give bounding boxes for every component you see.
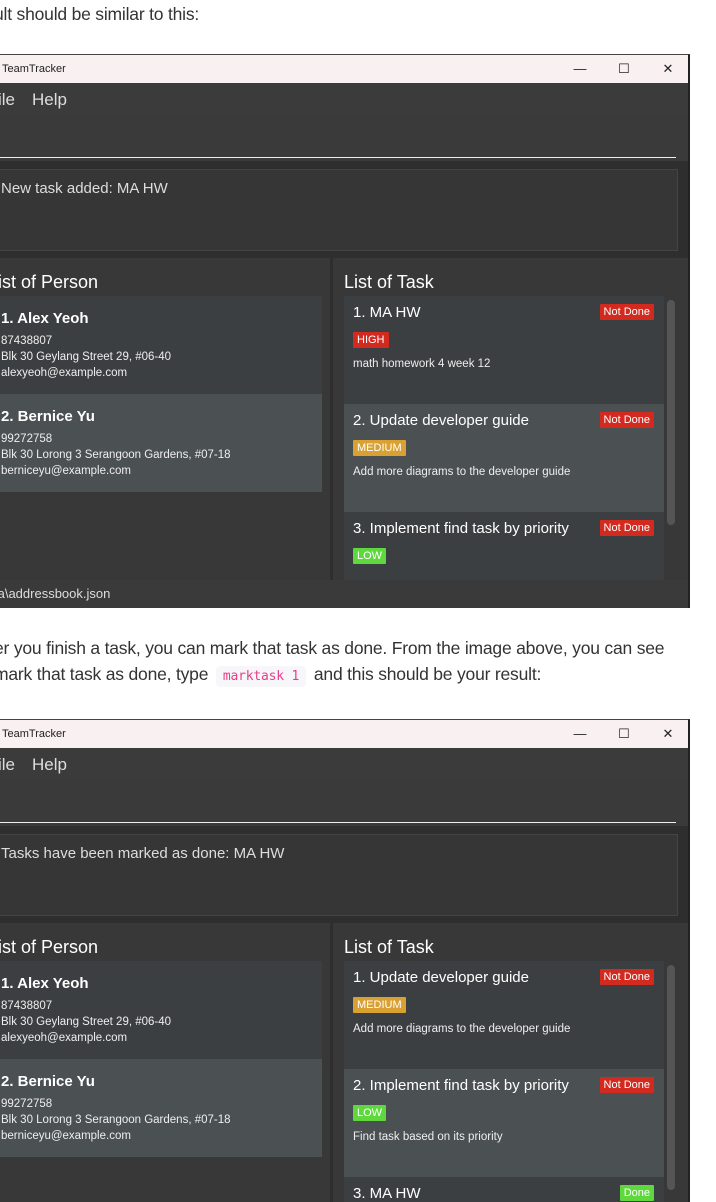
- task-description: math homework 4 week 12: [353, 358, 491, 370]
- person-address: Blk 30 Lorong 3 Serangoon Gardens, #07-1…: [1, 449, 231, 461]
- task-name: 2. Implement find task by priority: [353, 1077, 569, 1094]
- menu-bar: ile Help: [0, 748, 688, 781]
- menu-help[interactable]: Help: [32, 748, 67, 781]
- task-list-scrollbar[interactable]: [667, 965, 675, 1190]
- menu-help[interactable]: Help: [32, 83, 67, 116]
- person-address: Blk 30 Geylang Street 29, #06-40: [1, 351, 172, 363]
- person-email: alexyeoh@example.com: [1, 367, 128, 379]
- person-address: Blk 30 Lorong 3 Serangoon Gardens, #07-1…: [1, 1114, 231, 1126]
- menu-bar: ile Help: [0, 83, 688, 116]
- person-card[interactable]: 2. Bernice Yu 99272758 Blk 30 Lorong 3 Ser…: [0, 394, 322, 492]
- person-card[interactable]: 1. Alex Yeoh 87438807 Blk 30 Geylang Stree…: [0, 961, 322, 1059]
- task-card[interactable]: 1. Update developer guide Not Done MEDIUM A…: [344, 961, 664, 1069]
- priority-badge: LOW: [353, 548, 387, 564]
- minimize-button[interactable]: —: [558, 55, 602, 83]
- task-status-badge: Done: [619, 1185, 654, 1201]
- person-list-panel: ist of Person 1. Alex Yeoh 87438807 Blk 30 …: [0, 258, 330, 580]
- minimize-button[interactable]: —: [558, 720, 602, 748]
- task-list-header: List of Task: [344, 937, 434, 957]
- result-message: New task added: MA HW: [1, 180, 168, 197]
- person-list-header: ist of Person: [0, 937, 99, 957]
- task-card[interactable]: 2. Implement find task by priority Not Do…: [344, 1069, 664, 1177]
- priority-badge: MEDIUM: [353, 440, 406, 456]
- task-list-header: List of Task: [344, 272, 434, 292]
- task-card[interactable]: 3. MA HW Done: [344, 1177, 664, 1202]
- task-status-badge: Not Done: [599, 520, 654, 536]
- result-display: New task added: MA HW: [0, 169, 678, 251]
- window-title: TeamTracker: [2, 63, 66, 75]
- task-list-scrollbar[interactable]: [667, 300, 675, 525]
- title-bar: TeamTracker — ☐ ✕: [0, 720, 688, 748]
- task-name: 1. Update developer guide: [353, 969, 529, 986]
- task-name: 1. MA HW: [353, 304, 421, 321]
- person-card[interactable]: 1. Alex Yeoh 87438807 Blk 30 Geylang Stree…: [0, 296, 322, 394]
- app-window-before: TeamTracker —☐✕ ile Help New task added: MA …: [0, 54, 690, 608]
- result-message: Tasks have been marked as done: MA HW: [1, 845, 285, 862]
- task-list: 1. MA HW Not Done HIGH math homework 4 week…: [344, 296, 664, 580]
- priority-badge: HIGH: [353, 332, 389, 348]
- person-list-panel: ist of Person 1. Alex Yeoh 87438807 Blk 30 …: [0, 923, 330, 1202]
- task-card[interactable]: 2. Update developer guide Not Done MEDIUM A…: [344, 404, 664, 512]
- person-email: berniceyu@example.com: [1, 1130, 131, 1142]
- command-input[interactable]: [0, 116, 688, 161]
- result-display: Tasks have been marked as done: MA HW: [0, 834, 678, 916]
- paragraph-mark-line2: mark that task as done, type marktask 1 …: [0, 664, 542, 687]
- close-button[interactable]: ✕: [646, 55, 688, 83]
- task-card[interactable]: 1. MA HW Not Done HIGH math homework 4 week…: [344, 296, 664, 404]
- person-phone: 99272758: [1, 433, 53, 445]
- priority-badge: LOW: [353, 1105, 387, 1121]
- task-name: 3. MA HW: [353, 1185, 421, 1202]
- paragraph-intro: ult should be similar to this:: [0, 4, 200, 24]
- priority-badge: MEDIUM: [353, 997, 406, 1013]
- person-card[interactable]: 2. Bernice Yu 99272758 Blk 30 Lorong 3 Ser…: [0, 1059, 322, 1157]
- task-status-badge: Not Done: [599, 1077, 654, 1093]
- maximize-button[interactable]: ☐: [602, 720, 646, 748]
- person-phone: 87438807: [1, 335, 53, 347]
- person-phone: 99272758: [1, 1098, 53, 1110]
- command-underline: [0, 821, 676, 823]
- text: and this should be your result:: [313, 664, 542, 684]
- person-email: berniceyu@example.com: [1, 465, 131, 477]
- menu-file[interactable]: ile: [0, 748, 15, 781]
- person-name: 1. Alex Yeoh: [1, 975, 89, 992]
- task-card[interactable]: 3. Implement find task by priority Not Do…: [344, 512, 664, 580]
- person-name: 2. Bernice Yu: [1, 408, 95, 425]
- paragraph-mark-line1: er you finish a task, you can mark that …: [0, 638, 665, 658]
- task-description: Add more diagrams to the developer guide: [353, 1023, 571, 1035]
- person-phone: 87438807: [1, 1000, 53, 1012]
- inline-code: marktask 1: [215, 666, 307, 687]
- task-description: Find task based on its priority: [353, 1131, 503, 1143]
- app-window-after: TeamTracker —☐✕ ile Help Tasks have been mar…: [0, 719, 690, 1202]
- person-list-header: ist of Person: [0, 272, 99, 292]
- storage-path: ta\addressbook.json: [0, 586, 111, 601]
- task-name: 2. Update developer guide: [353, 412, 529, 429]
- status-bar: ta\addressbook.json: [0, 580, 688, 608]
- person-name: 2. Bernice Yu: [1, 1073, 95, 1090]
- maximize-button[interactable]: ☐: [602, 55, 646, 83]
- task-status-badge: Not Done: [599, 969, 654, 985]
- task-list: 1. Update developer guide Not Done MEDIUM A…: [344, 961, 664, 1202]
- title-bar: TeamTracker — ☐ ✕: [0, 55, 688, 83]
- task-description: Add more diagrams to the developer guide: [353, 466, 571, 478]
- person-name: 1. Alex Yeoh: [1, 310, 89, 327]
- close-button[interactable]: ✕: [646, 720, 688, 748]
- menu-file[interactable]: ile: [0, 83, 15, 116]
- text: mark that task as done, type: [0, 664, 209, 684]
- person-address: Blk 30 Geylang Street 29, #06-40: [1, 1016, 172, 1028]
- task-list-panel: List of Task 1. Update developer guide Not…: [333, 923, 688, 1202]
- person-email: alexyeoh@example.com: [1, 1032, 128, 1044]
- task-name: 3. Implement find task by priority: [353, 520, 569, 537]
- command-input[interactable]: [0, 781, 688, 826]
- task-list-panel: List of Task 1. MA HW Not Done HIGH math hom…: [333, 258, 688, 580]
- task-status-badge: Not Done: [599, 304, 654, 320]
- task-status-badge: Not Done: [599, 412, 654, 428]
- window-title: TeamTracker: [2, 728, 66, 740]
- command-underline: [0, 156, 676, 158]
